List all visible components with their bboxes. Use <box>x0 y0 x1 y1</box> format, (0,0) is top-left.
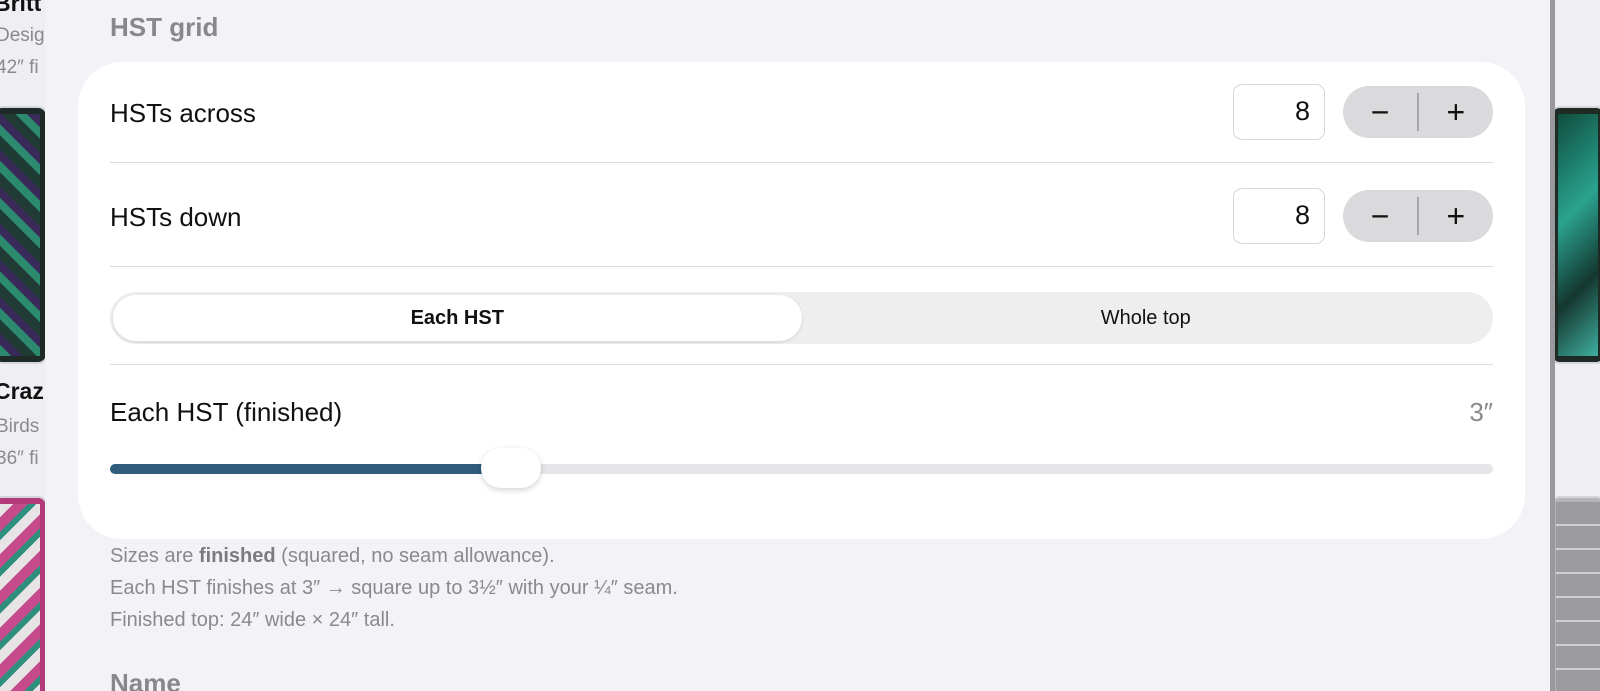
project-size: 36″ fi <box>0 448 39 469</box>
hsts-across-row: HSTs across 8 − + <box>110 84 1493 142</box>
project-thumbnail[interactable] <box>1550 496 1600 691</box>
slider-fill <box>110 464 512 474</box>
footer-line-2: Each HST finishes at 3″ → square up to 3… <box>110 577 678 599</box>
project-thumbnail[interactable] <box>0 496 48 691</box>
footer-notes: Sizes are finished (squared, no seam all… <box>110 540 678 636</box>
new-project-sheet: HST grid HSTs across 8 − + HSTs down 8 −… <box>45 0 1555 691</box>
footer-line-1: Sizes are finished (squared, no seam all… <box>110 540 678 572</box>
section-header-hst-grid: HST grid <box>110 12 219 42</box>
hst-size-slider[interactable] <box>110 448 1493 488</box>
footer-line-3: Finished top: 24″ wide × 24″ tall. <box>110 609 395 631</box>
project-subtitle: Desig <box>0 25 45 46</box>
increment-button[interactable]: + <box>1419 190 1493 242</box>
decrement-button[interactable]: − <box>1343 86 1417 138</box>
footer-text: (squared, no seam allowance). <box>275 545 555 567</box>
hst-size-row: Each HST (finished) 3″ <box>110 392 1493 432</box>
project-title[interactable]: Craz <box>0 378 44 405</box>
hsts-down-label: HSTs down <box>110 201 242 232</box>
row-divider <box>110 162 1493 163</box>
project-subtitle: Birds <box>0 416 40 437</box>
segment-each-hst[interactable]: Each HST <box>113 295 802 341</box>
segment-whole-top[interactable]: Whole top <box>802 295 1491 341</box>
project-thumbnail[interactable] <box>1550 106 1600 364</box>
row-divider <box>110 364 1493 365</box>
footer-text: Sizes are <box>110 545 199 567</box>
project-thumbnail[interactable] <box>0 106 48 364</box>
hsts-across-stepper: − + <box>1343 86 1493 138</box>
project-title[interactable]: Britt <box>0 0 41 17</box>
hsts-across-label: HSTs across <box>110 97 256 128</box>
hst-size-label: Each HST (finished) <box>110 396 343 427</box>
hsts-down-stepper: − + <box>1343 190 1493 242</box>
hst-grid-card: HSTs across 8 − + HSTs down 8 − + Each H… <box>78 62 1525 539</box>
hsts-across-field[interactable]: 8 <box>1233 84 1325 140</box>
footer-bold-text: finished <box>198 545 276 567</box>
hst-size-value: 3″ <box>1469 396 1493 427</box>
slider-thumb[interactable] <box>481 448 542 488</box>
project-size: 42″ fi <box>0 57 39 78</box>
row-divider <box>110 266 1493 267</box>
size-mode-segmented-control: Each HST Whole top <box>110 292 1493 344</box>
decrement-button[interactable]: − <box>1343 190 1417 242</box>
section-header-name: Name <box>110 668 181 691</box>
increment-button[interactable]: + <box>1419 86 1493 138</box>
hsts-down-row: HSTs down 8 − + <box>110 188 1493 246</box>
hsts-down-field[interactable]: 8 <box>1233 188 1325 244</box>
